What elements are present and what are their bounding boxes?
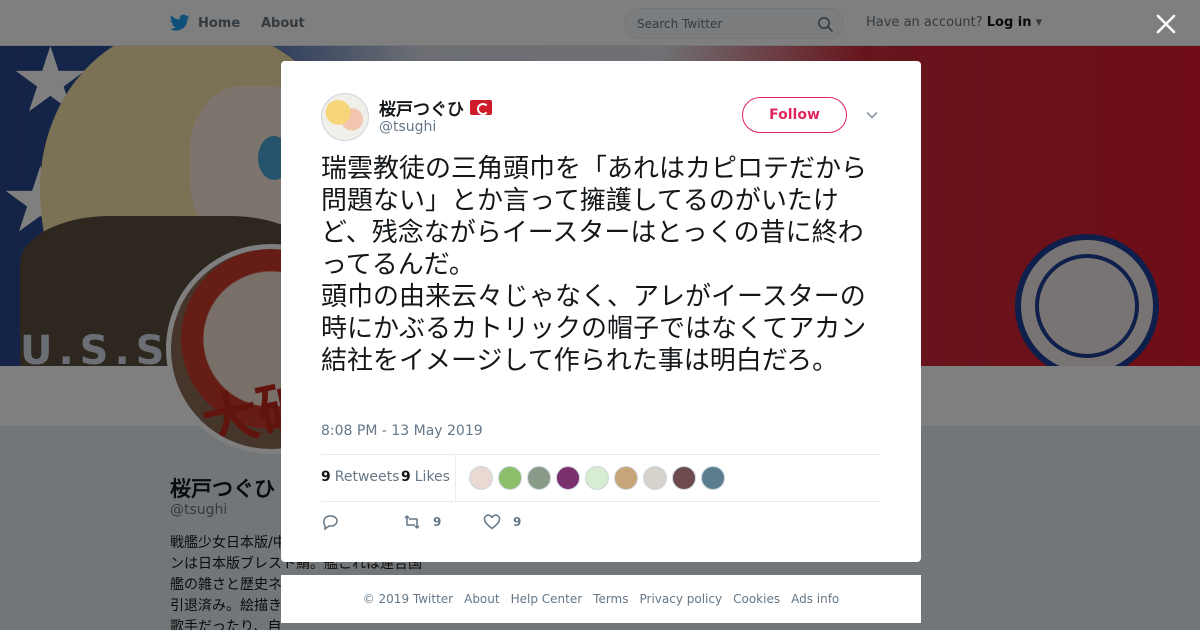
chevron-down-icon[interactable] [865, 108, 879, 122]
footer-link[interactable]: Privacy policy [640, 592, 723, 606]
liker-avatar[interactable] [614, 466, 638, 490]
tweet-timestamp[interactable]: 8:08 PM - 13 May 2019 [321, 423, 483, 439]
tweet-modal: 桜戸つぐひ @tsughi Follow 瑞雲教徒の三角頭巾を「あれはカピロテだ… [281, 61, 921, 562]
retweets-stat[interactable]: 9 Retweets [321, 469, 399, 485]
follow-button[interactable]: Follow [742, 97, 847, 133]
liker-avatar[interactable] [556, 466, 580, 490]
liker-avatar[interactable] [527, 466, 551, 490]
liker-avatar[interactable] [498, 466, 522, 490]
close-icon[interactable] [1152, 10, 1180, 38]
liker-avatar[interactable] [469, 466, 493, 490]
likes-label: Likes [414, 469, 450, 485]
liker-avatars [469, 466, 725, 490]
footer-links: © 2019 Twitter About Help Center Terms Priva… [281, 575, 921, 623]
liker-avatar[interactable] [672, 466, 696, 490]
reply-icon [323, 515, 338, 531]
heart-icon [483, 514, 501, 530]
liker-avatar[interactable] [701, 466, 725, 490]
footer-link[interactable]: Cookies [733, 592, 780, 606]
retweet-icon [404, 515, 420, 529]
copyright-text: © 2019 Twitter [362, 592, 454, 606]
author-name-row[interactable]: 桜戸つぐひ [379, 95, 492, 120]
author-avatar[interactable] [321, 93, 369, 141]
like-action-count: 9 [513, 515, 522, 529]
footer-link[interactable]: Terms [593, 592, 628, 606]
like-button[interactable]: 9 [483, 513, 521, 531]
liker-avatar[interactable] [585, 466, 609, 490]
likes-stat[interactable]: 9 Likes [401, 469, 450, 485]
retweet-action-count: 9 [433, 515, 442, 529]
tweet-stats: 9 Retweets 9 Likes [321, 454, 881, 502]
footer-link[interactable]: Help Center [511, 592, 583, 606]
liker-avatar[interactable] [643, 466, 667, 490]
retweet-button[interactable]: 9 [403, 513, 441, 531]
author-name[interactable]: 桜戸つぐひ [379, 95, 464, 120]
likes-count: 9 [401, 469, 411, 485]
author-handle[interactable]: @tsughi [379, 119, 436, 135]
tweet-text: 瑞雲教徒の三角頭巾を「あれはカピロテだから問題ない」とか言って擁護してるのがいた… [321, 154, 868, 376]
footer-link[interactable]: Ads info [791, 592, 839, 606]
retweets-label: Retweets [334, 469, 400, 485]
stats-divider [455, 455, 456, 501]
footer-link[interactable]: About [464, 592, 499, 606]
retweets-count: 9 [321, 469, 331, 485]
reply-button[interactable] [321, 513, 351, 531]
isle-of-man-flag-icon [470, 100, 492, 115]
